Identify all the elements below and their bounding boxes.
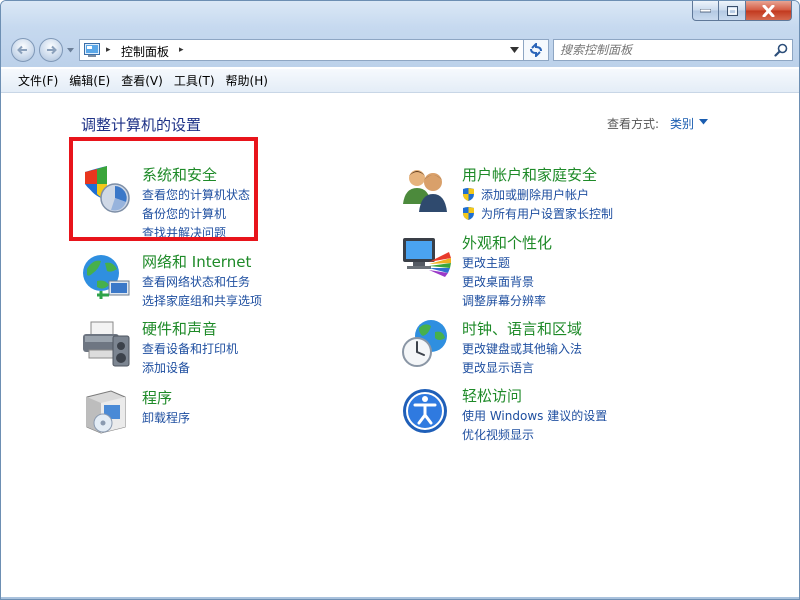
network-globe-icon[interactable] xyxy=(81,251,133,303)
programs-box-icon[interactable] xyxy=(81,387,133,439)
view-by-chevron-icon[interactable] xyxy=(699,119,708,125)
category-title-hardware-sound[interactable]: 硬件和声音 xyxy=(142,318,217,339)
category-title-network-internet[interactable]: 网络和 Internet xyxy=(142,251,251,272)
link-adjust-resolution[interactable]: 调整屏幕分辨率 xyxy=(462,292,546,309)
menu-help[interactable]: 帮助(H) xyxy=(221,72,273,89)
navigation-bar: ▸ 控制面板 ▸ xyxy=(9,36,793,64)
category-title-programs[interactable]: 程序 xyxy=(142,387,172,408)
control-panel-window: ▸ 控制面板 ▸ 文件(F) 编辑(E) 查看(V) 工具(T) 帮助(H) 调… xyxy=(0,0,800,600)
chevron-down-icon xyxy=(66,47,74,52)
minimize-button[interactable] xyxy=(692,1,719,21)
breadcrumb-control-panel[interactable]: 控制面板 xyxy=(121,43,169,60)
page-title: 调整计算机的设置 xyxy=(81,116,202,134)
maximize-icon xyxy=(726,5,738,16)
minimize-icon xyxy=(700,8,711,12)
back-button[interactable] xyxy=(11,38,35,62)
category-title-appearance[interactable]: 外观和个性化 xyxy=(462,232,552,253)
link-optimize-visual-display[interactable]: 优化视频显示 xyxy=(462,426,534,443)
title-bar: ▸ 控制面板 ▸ xyxy=(1,1,799,67)
link-change-theme[interactable]: 更改主题 xyxy=(462,254,510,271)
control-panel-icon xyxy=(84,43,100,57)
arrow-right-icon xyxy=(47,45,57,55)
search-icon[interactable] xyxy=(774,43,788,57)
breadcrumb-separator[interactable]: ▸ xyxy=(106,45,111,55)
menu-file[interactable]: 文件(F) xyxy=(13,72,63,89)
link-view-network-status[interactable]: 查看网络状态和任务 xyxy=(142,273,250,290)
link-add-remove-user[interactable]: 添加或删除用户帐户 xyxy=(481,186,589,203)
close-button[interactable] xyxy=(746,1,792,21)
link-change-input-method[interactable]: 更改键盘或其他输入法 xyxy=(462,340,582,357)
link-homegroup-sharing[interactable]: 选择家庭组和共享选项 xyxy=(142,292,262,309)
category-title-clock-language-region[interactable]: 时钟、语言和区域 xyxy=(462,318,582,339)
menu-view[interactable]: 查看(V) xyxy=(116,72,168,89)
link-windows-recommended-settings[interactable]: 使用 Windows 建议的设置 xyxy=(462,407,607,424)
users-icon[interactable] xyxy=(401,164,453,216)
clock-globe-icon[interactable] xyxy=(401,318,453,370)
arrow-left-icon xyxy=(17,45,27,55)
highlight-box xyxy=(69,137,258,241)
link-change-desktop-background[interactable]: 更改桌面背景 xyxy=(462,273,534,290)
recent-pages-dropdown[interactable] xyxy=(66,45,74,55)
maximize-button[interactable] xyxy=(719,1,746,21)
refresh-icon xyxy=(530,43,542,57)
link-uninstall-program[interactable]: 卸载程序 xyxy=(142,409,190,426)
link-add-device[interactable]: 添加设备 xyxy=(142,359,190,376)
menu-edit[interactable]: 编辑(E) xyxy=(64,72,115,89)
printer-speaker-icon[interactable] xyxy=(81,318,133,370)
view-by-dropdown[interactable]: 类别 xyxy=(670,115,694,132)
address-dropdown-icon[interactable] xyxy=(510,46,519,54)
category-title-ease-of-access[interactable]: 轻松访问 xyxy=(462,385,522,406)
uac-shield-icon xyxy=(463,188,474,201)
caption-buttons xyxy=(692,1,792,21)
link-change-display-language[interactable]: 更改显示语言 xyxy=(462,359,534,376)
personalization-monitor-icon[interactable] xyxy=(401,232,453,284)
uac-shield-icon xyxy=(463,207,474,220)
refresh-button[interactable] xyxy=(523,39,549,61)
ease-of-access-icon[interactable] xyxy=(401,385,453,437)
link-parental-controls[interactable]: 为所有用户设置家长控制 xyxy=(481,205,613,222)
breadcrumb-separator[interactable]: ▸ xyxy=(179,45,184,55)
link-view-devices-printers[interactable]: 查看设备和打印机 xyxy=(142,340,238,357)
view-by-label: 查看方式: xyxy=(607,117,660,131)
close-icon xyxy=(762,4,775,17)
window-bottom-border xyxy=(1,597,799,599)
search-input[interactable] xyxy=(556,41,774,59)
menu-bar: 文件(F) 编辑(E) 查看(V) 工具(T) 帮助(H) xyxy=(1,69,799,93)
category-title-user-accounts[interactable]: 用户帐户和家庭安全 xyxy=(462,164,597,185)
forward-button[interactable] xyxy=(39,38,63,62)
address-bar[interactable]: ▸ 控制面板 ▸ xyxy=(79,39,525,61)
content-area: 调整计算机的设置 查看方式: 类别 系统和安全 查看您的计算机状态 备份您的计算… xyxy=(1,94,799,599)
menu-tools[interactable]: 工具(T) xyxy=(169,72,220,89)
search-box[interactable] xyxy=(553,39,793,61)
